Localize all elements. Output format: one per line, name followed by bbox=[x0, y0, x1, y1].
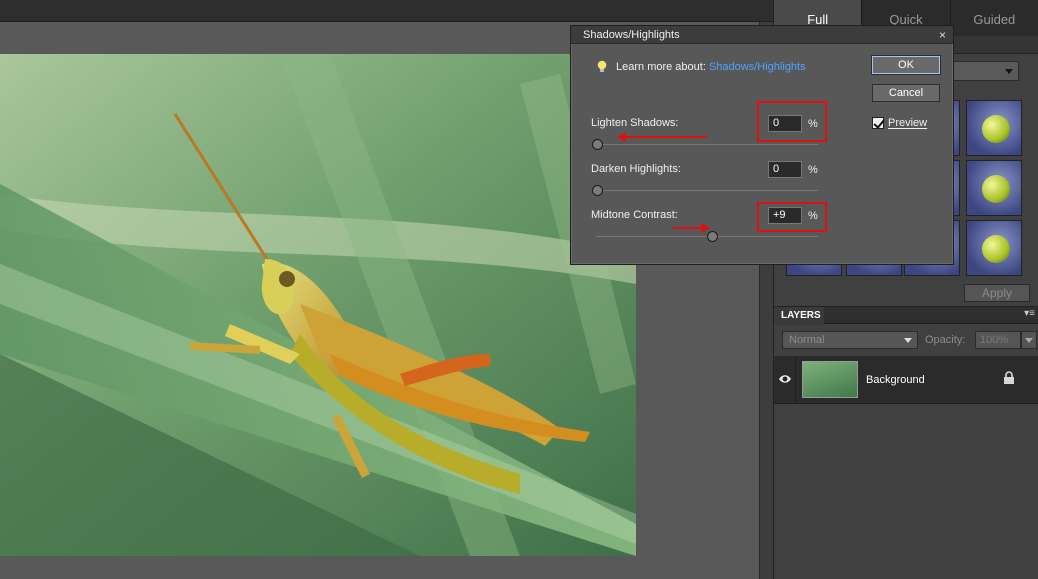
effect-thumb[interactable] bbox=[966, 160, 1022, 216]
red-arrow-right bbox=[673, 227, 701, 229]
photo-image bbox=[0, 54, 636, 556]
layers-panel-header: LAYERS ▾≡ bbox=[774, 306, 1038, 325]
lighten-shadows-slider-handle[interactable] bbox=[592, 139, 603, 150]
layer-name: Background bbox=[866, 374, 925, 386]
lightbulb-icon bbox=[597, 60, 607, 72]
layer-row-background[interactable]: Background bbox=[774, 356, 1038, 404]
close-icon[interactable]: × bbox=[939, 28, 946, 42]
darken-highlights-label: Darken Highlights: bbox=[591, 163, 681, 175]
layers-tab[interactable]: LAYERS bbox=[774, 307, 824, 325]
darken-highlights-unit: % bbox=[808, 164, 818, 176]
tab-guided[interactable]: Guided bbox=[951, 0, 1038, 36]
highlight-box bbox=[757, 202, 827, 232]
blend-mode-dropdown[interactable]: Normal bbox=[782, 331, 918, 349]
photo-editor-window: Full Quick Guided Apply LAYERS ▾≡ Normal… bbox=[0, 0, 1038, 579]
dialog-titlebar[interactable]: Shadows/Highlights × bbox=[571, 26, 953, 44]
learn-more-label: Learn more about: bbox=[616, 61, 706, 73]
layer-thumbnail bbox=[802, 361, 858, 398]
midtone-contrast-label: Midtone Contrast: bbox=[591, 209, 678, 221]
dialog-title: Shadows/Highlights bbox=[583, 29, 680, 41]
preview-label: Preview bbox=[888, 117, 928, 129]
opacity-dropdown-arrow[interactable] bbox=[1021, 331, 1037, 349]
apply-button[interactable]: Apply bbox=[964, 284, 1030, 302]
ok-button[interactable]: OK bbox=[872, 56, 940, 74]
arrow-head-left bbox=[617, 132, 626, 142]
red-arrow-left bbox=[625, 136, 707, 138]
highlight-box bbox=[757, 101, 827, 142]
grasshopper-photo[interactable] bbox=[0, 54, 636, 556]
darken-highlights-slider-handle[interactable] bbox=[592, 185, 603, 196]
eye-icon bbox=[779, 375, 791, 383]
learn-more-link[interactable]: Shadows/Highlights bbox=[709, 61, 806, 73]
cancel-button[interactable]: Cancel bbox=[872, 84, 940, 102]
effects-category-dropdown[interactable] bbox=[952, 61, 1019, 81]
panel-menu-icon[interactable]: ▾≡ bbox=[1024, 308, 1035, 319]
darken-highlights-track[interactable] bbox=[596, 190, 818, 191]
effect-thumb[interactable] bbox=[966, 220, 1022, 276]
lock-icon[interactable] bbox=[1003, 371, 1015, 385]
shadows-highlights-dialog: Shadows/Highlights × Learn more about: S… bbox=[570, 25, 954, 265]
lighten-shadows-label: Lighten Shadows: bbox=[591, 117, 679, 129]
opacity-field[interactable]: 100% bbox=[975, 331, 1021, 349]
arrow-head-right bbox=[701, 223, 710, 233]
learn-more-text: Learn more about: Shadows/Highlights bbox=[616, 61, 806, 73]
lighten-shadows-track[interactable] bbox=[596, 144, 818, 145]
darken-highlights-field[interactable]: 0 bbox=[768, 161, 802, 178]
visibility-toggle[interactable] bbox=[774, 356, 796, 404]
opacity-label: Opacity: bbox=[925, 334, 966, 346]
document-tab-bar bbox=[0, 0, 773, 22]
preview-checkbox[interactable] bbox=[872, 117, 884, 129]
effect-thumb[interactable] bbox=[966, 100, 1022, 156]
